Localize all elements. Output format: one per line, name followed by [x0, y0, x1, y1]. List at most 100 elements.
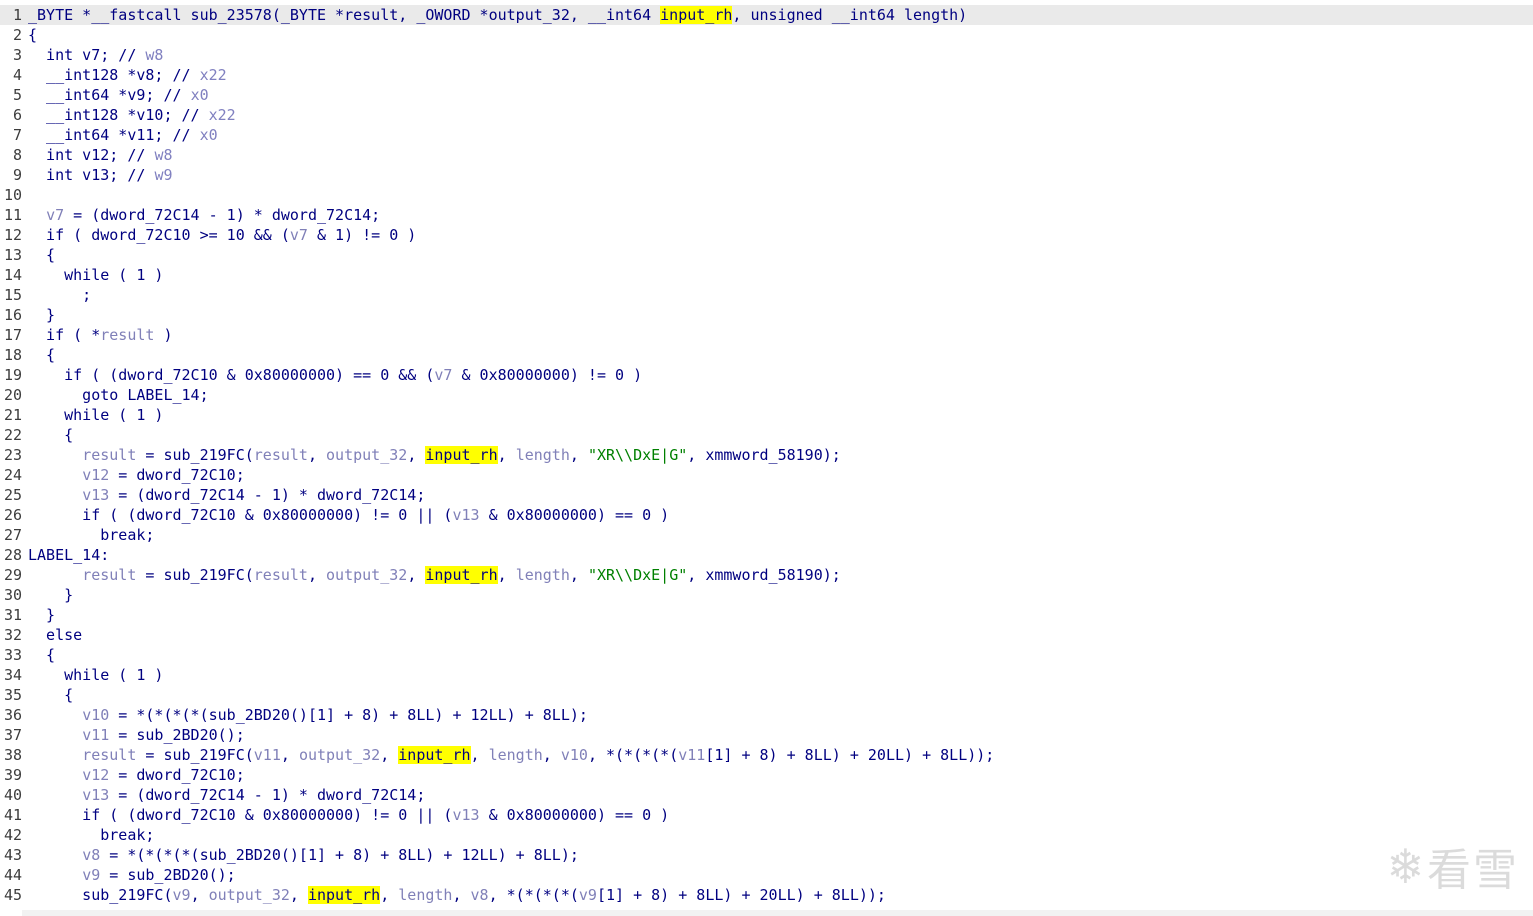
code-line[interactable]: 19 if ( (dword_72C10 & 0x80000000) == 0 … [0, 365, 1533, 385]
code-line[interactable]: 12 if ( dword_72C10 >= 10 && (v7 & 1) !=… [0, 225, 1533, 245]
code-text[interactable]: while ( 1 ) [28, 405, 163, 425]
variable-token[interactable]: v8 [82, 846, 100, 864]
variable-token[interactable]: v9 [173, 886, 191, 904]
code-text[interactable]: v12 = dword_72C10; [28, 765, 245, 785]
code-text[interactable]: while ( 1 ) [28, 665, 163, 685]
code-text[interactable]: if ( (dword_72C10 & 0x80000000) == 0 && … [28, 365, 642, 385]
code-text[interactable]: v13 = (dword_72C14 - 1) * dword_72C14; [28, 785, 425, 805]
highlighted-identifier[interactable]: input_rh [660, 6, 733, 24]
variable-token[interactable]: length [398, 886, 452, 904]
variable-token[interactable]: v13 [452, 506, 479, 524]
code-line[interactable]: 13 { [0, 245, 1533, 265]
variable-token[interactable]: result [82, 566, 136, 584]
code-text[interactable]: int v7; // w8 [28, 45, 163, 65]
code-text[interactable]: result = sub_219FC(v11, output_32, input… [28, 745, 994, 765]
pseudocode-view[interactable]: 1 _BYTE *__fastcall sub_23578(_BYTE *resu… [0, 5, 1533, 905]
code-line[interactable]: 44 v9 = sub_2BD20(); [0, 865, 1533, 885]
variable-token[interactable]: length [516, 566, 570, 584]
code-line[interactable]: 21 while ( 1 ) [0, 405, 1533, 425]
code-text[interactable]: break; [28, 825, 154, 845]
code-line[interactable]: 7 __int64 *v11; // x0 [0, 125, 1533, 145]
variable-token[interactable]: v11 [82, 726, 109, 744]
code-text[interactable]: if ( *result ) [28, 325, 172, 345]
code-text[interactable]: LABEL_14: [28, 545, 109, 565]
code-line[interactable]: 2{ [0, 25, 1533, 45]
code-text[interactable]: __int64 *v11; // x0 [28, 125, 218, 145]
code-line[interactable]: 10 [0, 185, 1533, 205]
code-line[interactable]: 33 { [0, 645, 1533, 665]
code-line[interactable]: 27 break; [0, 525, 1533, 545]
variable-token[interactable]: output_32 [299, 746, 380, 764]
code-text[interactable]: { [28, 685, 73, 705]
variable-token[interactable]: v7 [290, 226, 308, 244]
variable-token[interactable]: length [489, 746, 543, 764]
code-line[interactable]: 20 goto LABEL_14; [0, 385, 1533, 405]
code-line[interactable]: 8 int v12; // w8 [0, 145, 1533, 165]
code-text[interactable]: v11 = sub_2BD20(); [28, 725, 245, 745]
variable-token[interactable]: v12 [82, 466, 109, 484]
code-line[interactable]: 43 v8 = *(*(*(*(sub_2BD20()[1] + 8) + 8L… [0, 845, 1533, 865]
code-text[interactable]: else [28, 625, 82, 645]
code-line[interactable]: 38 result = sub_219FC(v11, output_32, in… [0, 745, 1533, 765]
code-text[interactable]: v7 = (dword_72C14 - 1) * dword_72C14; [28, 205, 380, 225]
variable-token[interactable]: v7 [434, 366, 452, 384]
code-line[interactable]: 34 while ( 1 ) [0, 665, 1533, 685]
variable-token[interactable]: output_32 [326, 566, 407, 584]
code-text[interactable]: result = sub_219FC(result, output_32, in… [28, 565, 841, 585]
code-text[interactable]: { [28, 345, 55, 365]
code-line[interactable]: 39 v12 = dword_72C10; [0, 765, 1533, 785]
code-text[interactable]: v12 = dword_72C10; [28, 465, 245, 485]
code-line[interactable]: 45 sub_219FC(v9, output_32, input_rh, le… [0, 885, 1533, 905]
code-line[interactable]: 22 { [0, 425, 1533, 445]
code-text[interactable]: sub_219FC(v9, output_32, input_rh, lengt… [28, 885, 886, 905]
code-line[interactable]: 29 result = sub_219FC(result, output_32,… [0, 565, 1533, 585]
code-line[interactable]: 9 int v13; // w9 [0, 165, 1533, 185]
code-line[interactable]: 3 int v7; // w8 [0, 45, 1533, 65]
code-line[interactable]: 25 v13 = (dword_72C14 - 1) * dword_72C14… [0, 485, 1533, 505]
code-line[interactable]: 18 { [0, 345, 1533, 365]
code-line[interactable]: 31 } [0, 605, 1533, 625]
variable-token[interactable]: length [516, 446, 570, 464]
code-line[interactable]: 36 v10 = *(*(*(*(sub_2BD20()[1] + 8) + 8… [0, 705, 1533, 725]
code-line[interactable]: 32 else [0, 625, 1533, 645]
variable-token[interactable]: v8 [471, 886, 489, 904]
code-text[interactable]: v10 = *(*(*(*(sub_2BD20()[1] + 8) + 8LL)… [28, 705, 588, 725]
code-line[interactable]: 37 v11 = sub_2BD20(); [0, 725, 1533, 745]
code-line[interactable]: 16 } [0, 305, 1533, 325]
code-text[interactable]: ; [28, 285, 91, 305]
code-text[interactable]: v8 = *(*(*(*(sub_2BD20()[1] + 8) + 8LL) … [28, 845, 579, 865]
code-text[interactable]: v13 = (dword_72C14 - 1) * dword_72C14; [28, 485, 425, 505]
variable-token[interactable]: result [82, 746, 136, 764]
variable-token[interactable]: v11 [678, 746, 705, 764]
code-text[interactable]: while ( 1 ) [28, 265, 163, 285]
code-line[interactable]: 26 if ( (dword_72C10 & 0x80000000) != 0 … [0, 505, 1533, 525]
code-text[interactable]: result = sub_219FC(result, output_32, in… [28, 445, 841, 465]
code-text[interactable]: if ( (dword_72C10 & 0x80000000) != 0 || … [28, 805, 669, 825]
variable-token[interactable]: output_32 [209, 886, 290, 904]
code-text[interactable]: if ( (dword_72C10 & 0x80000000) != 0 || … [28, 505, 669, 525]
horizontal-scrollbar[interactable] [22, 910, 1533, 916]
code-text[interactable]: v9 = sub_2BD20(); [28, 865, 236, 885]
code-text[interactable]: __int128 *v8; // x22 [28, 65, 227, 85]
code-text[interactable]: if ( dword_72C10 >= 10 && (v7 & 1) != 0 … [28, 225, 416, 245]
variable-token[interactable]: output_32 [326, 446, 407, 464]
code-line[interactable]: 28 LABEL_14: [0, 545, 1533, 565]
variable-token[interactable]: v9 [579, 886, 597, 904]
code-text[interactable]: { [28, 425, 73, 445]
variable-token[interactable]: result [100, 326, 154, 344]
code-text[interactable]: _BYTE *__fastcall sub_23578(_BYTE *resul… [28, 5, 967, 25]
code-text[interactable]: } [28, 585, 73, 605]
variable-token[interactable]: result [82, 446, 136, 464]
code-line[interactable]: 42 break; [0, 825, 1533, 845]
code-text[interactable]: __int128 *v10; // x22 [28, 105, 236, 125]
code-text[interactable]: break; [28, 525, 154, 545]
highlighted-identifier[interactable]: input_rh [425, 446, 498, 464]
code-line[interactable]: 24 v12 = dword_72C10; [0, 465, 1533, 485]
code-line[interactable]: 11 v7 = (dword_72C14 - 1) * dword_72C14; [0, 205, 1533, 225]
variable-token[interactable]: v13 [452, 806, 479, 824]
variable-token[interactable]: result [254, 566, 308, 584]
code-line[interactable]: 35 { [0, 685, 1533, 705]
code-line[interactable]: 1 _BYTE *__fastcall sub_23578(_BYTE *resu… [0, 5, 1533, 25]
highlighted-identifier[interactable]: input_rh [398, 746, 471, 764]
variable-token[interactable]: v10 [561, 746, 588, 764]
